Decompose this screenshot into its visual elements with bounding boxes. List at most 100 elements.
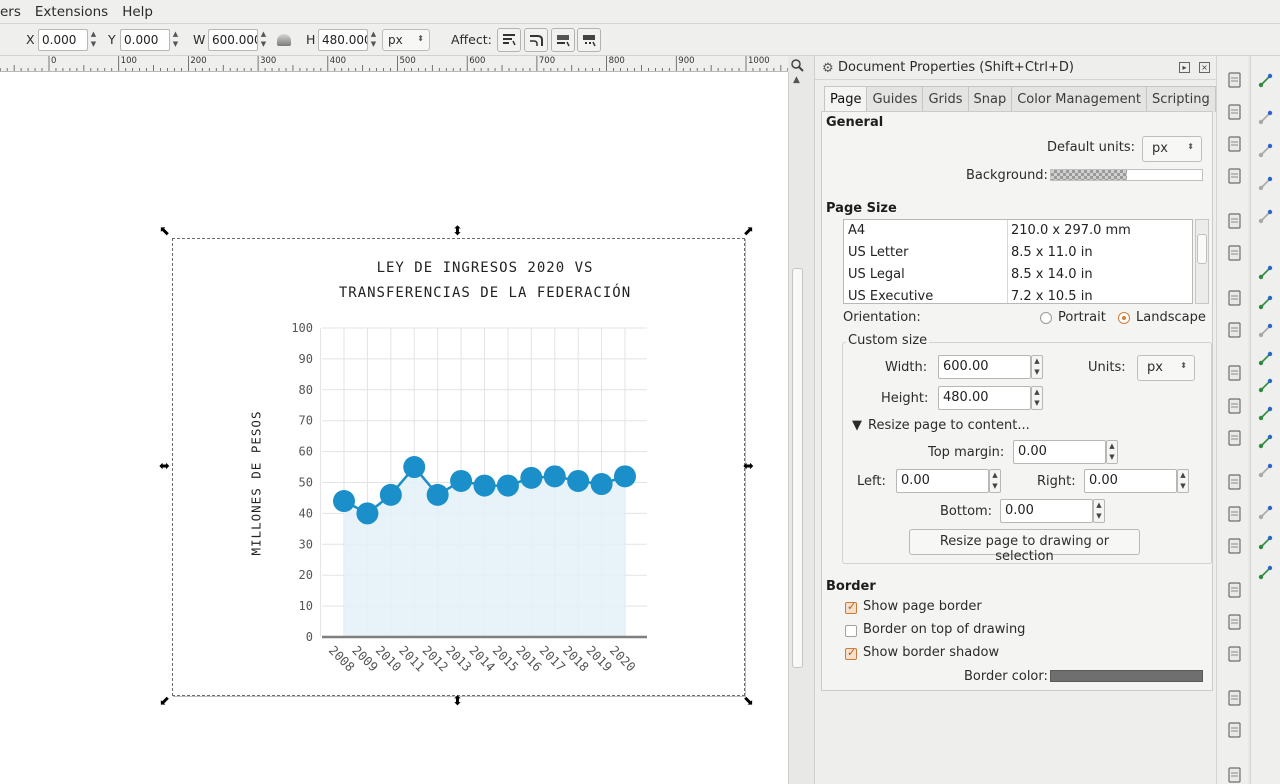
list-item[interactable]: US Letter 8.5 x 11.0 in — [844, 242, 1192, 264]
top-margin-spinner[interactable]: ▲ ▼ — [1106, 440, 1118, 464]
border-on-top-checkbox[interactable] — [845, 625, 857, 637]
right-margin-input[interactable]: 0.00 — [1084, 469, 1177, 493]
redo-icon[interactable] — [1226, 321, 1244, 339]
zoom-drawing-icon[interactable] — [1226, 505, 1244, 523]
list-item[interactable]: US Legal 8.5 x 14.0 in — [844, 264, 1192, 286]
border-on-top-label[interactable]: Border on top of drawing — [863, 622, 1025, 637]
bottom-margin-input[interactable]: 0.00 — [1000, 499, 1093, 523]
left-margin-spinner[interactable]: ▲ ▼ — [989, 469, 1001, 493]
snap-midpoint-icon[interactable] — [1257, 404, 1275, 422]
document-properties-dock: ⚙ Document Properties (Shift+Ctrl+D) ▸ ×… — [814, 56, 1217, 784]
tab-grids[interactable]: Grids — [922, 86, 969, 112]
canvas-vertical-scrollbar[interactable]: ▲ — [788, 72, 806, 784]
x-tick-label: 2008 — [326, 643, 358, 675]
y-tick-label: 30 — [299, 537, 313, 551]
tab-page[interactable]: Page — [824, 86, 868, 113]
page-size-list[interactable]: A4 210.0 x 297.0 mm US Letter 8.5 x 11.0 i… — [843, 219, 1193, 304]
tab-snap[interactable]: Snap — [967, 86, 1013, 112]
show-border-shadow-checkbox[interactable] — [845, 646, 857, 660]
export-icon[interactable] — [1226, 244, 1244, 262]
scrollbar-thumb[interactable] — [1197, 234, 1207, 264]
scrollbar-thumb[interactable] — [792, 268, 803, 668]
snap-cusp-icon[interactable] — [1257, 349, 1275, 367]
snap-bbox-icon[interactable] — [1257, 108, 1275, 126]
y-tick-label: 60 — [299, 445, 313, 459]
open-icon[interactable] — [1226, 103, 1244, 121]
scroll-up-icon[interactable]: ▲ — [793, 75, 800, 85]
edit-icon[interactable] — [1226, 766, 1244, 784]
data-point — [450, 469, 473, 492]
show-page-border-checkbox[interactable] — [845, 600, 857, 614]
undo-icon[interactable] — [1226, 289, 1244, 307]
page-size-name: US Executive — [848, 289, 934, 304]
zoom-selection-icon[interactable] — [1226, 473, 1244, 491]
iconify-icon[interactable]: ▸ — [1179, 62, 1190, 73]
tab-guides[interactable]: Guides — [866, 86, 924, 112]
duplicate-icon[interactable] — [1226, 581, 1244, 599]
left-margin-input[interactable]: 0.00 — [896, 469, 989, 493]
general-heading: General — [826, 115, 884, 130]
zoom-page-icon[interactable] — [1226, 537, 1244, 555]
width-spinner[interactable]: ▲ ▼ — [1031, 355, 1043, 379]
zoom-icon[interactable] — [790, 58, 804, 72]
height-spinner[interactable]: ▲ ▼ — [1031, 386, 1043, 410]
portrait-radio[interactable] — [1040, 312, 1052, 324]
snap-paths-icon[interactable] — [1257, 293, 1275, 311]
list-item[interactable]: US Executive 7.2 x 10.5 in — [844, 286, 1192, 304]
import-icon[interactable] — [1226, 212, 1244, 230]
snap-smooth-icon[interactable] — [1257, 376, 1275, 394]
print-icon[interactable] — [1226, 167, 1244, 185]
close-icon[interactable]: × — [1199, 62, 1210, 73]
top-margin-input[interactable]: 0.00 — [1013, 440, 1106, 464]
page-size-list-scrollbar[interactable] — [1195, 219, 1209, 304]
page-tab-panel: General Default units: px ⬍ Background: … — [821, 111, 1213, 691]
show-page-border-label[interactable]: Show page border — [863, 599, 982, 614]
x-tick-label: 2011 — [396, 643, 428, 675]
new-document-icon[interactable] — [1226, 71, 1244, 89]
bottom-margin-label: Bottom: — [940, 504, 993, 519]
resize-to-content-expander[interactable]: Resize page to content... — [868, 418, 1030, 433]
height-label: Height: — [881, 391, 929, 406]
snap-nodes-icon[interactable] — [1257, 263, 1275, 281]
resize-page-button[interactable]: Resize page to drawing or selection — [909, 529, 1140, 564]
border-color-button[interactable] — [1050, 670, 1203, 682]
snap-rotation-icon[interactable] — [1257, 461, 1275, 479]
snap-grid-icon[interactable] — [1257, 533, 1275, 551]
show-border-shadow-label[interactable]: Show border shadow — [863, 645, 999, 660]
tab-scripting[interactable]: Scripting — [1145, 86, 1216, 112]
x-tick-label: 2010 — [373, 643, 405, 675]
expander-triangle-icon[interactable]: ▼ — [852, 418, 862, 433]
snap-guide-icon[interactable] — [1257, 563, 1275, 581]
group-icon[interactable] — [1226, 689, 1244, 707]
width-input[interactable]: 600.00 — [938, 355, 1031, 379]
cut-icon[interactable] — [1226, 397, 1244, 415]
chevron-updown-icon: ⬍ — [1180, 361, 1187, 370]
list-item[interactable]: A4 210.0 x 297.0 mm — [844, 220, 1192, 242]
default-units-select[interactable]: px ⬍ — [1142, 136, 1202, 162]
x-tick-label: 2018 — [560, 643, 592, 675]
clone-icon[interactable] — [1226, 613, 1244, 631]
snap-bbox-corner-icon[interactable] — [1257, 174, 1275, 192]
ungroup-icon[interactable] — [1226, 721, 1244, 739]
units-select[interactable]: px ⬍ — [1137, 355, 1195, 381]
snap-page-icon[interactable] — [1257, 503, 1275, 521]
background-color-button[interactable] — [1050, 169, 1203, 181]
tab-color-management[interactable]: Color Management — [1011, 86, 1147, 112]
save-icon[interactable] — [1226, 135, 1244, 153]
border-heading: Border — [826, 579, 876, 594]
copy-icon[interactable] — [1226, 364, 1244, 382]
unlink-clone-icon[interactable] — [1226, 645, 1244, 663]
snap-intersection-icon[interactable] — [1257, 321, 1275, 339]
landscape-radio[interactable] — [1118, 312, 1130, 324]
paste-icon[interactable] — [1226, 429, 1244, 447]
portrait-label[interactable]: Portrait — [1058, 310, 1106, 325]
snap-bbox-midpoint-icon[interactable] — [1257, 207, 1275, 225]
snap-center-icon[interactable] — [1257, 432, 1275, 450]
right-margin-spinner[interactable]: ▲ ▼ — [1177, 469, 1189, 493]
snap-bbox-edge-icon[interactable] — [1257, 141, 1275, 159]
height-input[interactable]: 480.00 — [938, 386, 1031, 410]
landscape-label[interactable]: Landscape — [1136, 310, 1206, 325]
line-chart: 0102030405060708090100200820092010201120… — [291, 321, 647, 675]
snap-toggle-icon[interactable] — [1257, 71, 1275, 89]
bottom-margin-spinner[interactable]: ▲ ▼ — [1093, 499, 1105, 523]
